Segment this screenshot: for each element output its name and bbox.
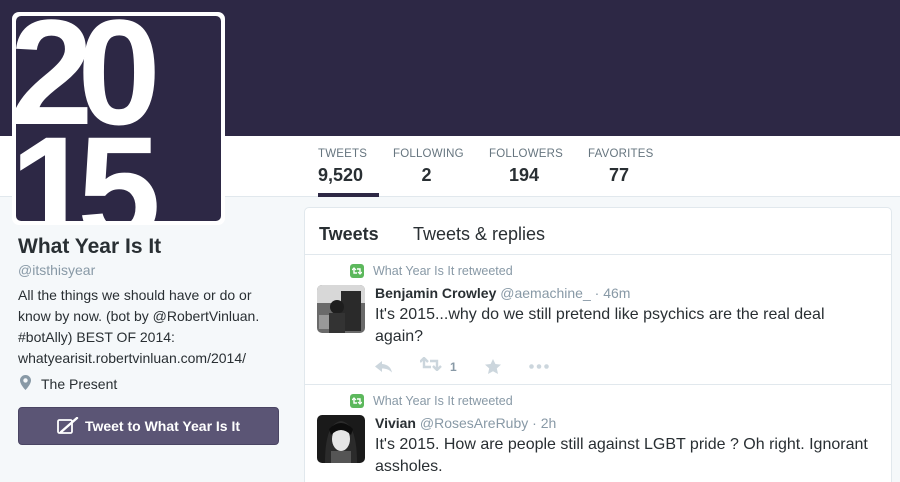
- tweet-separator: ·: [532, 415, 537, 431]
- profile-handle[interactable]: @itsthisyear: [18, 262, 95, 278]
- tweet-author-name[interactable]: Benjamin Crowley: [375, 285, 496, 301]
- tweet-header: Vivian @RosesAreRuby · 2h: [375, 415, 556, 431]
- stat-followers-value: 194: [508, 165, 540, 185]
- retweet-context[interactable]: What Year Is It retweeted: [373, 264, 513, 278]
- avatar[interactable]: [317, 285, 365, 333]
- stat-followers-label: FOLLOWERS: [489, 148, 564, 160]
- profile-avatar[interactable]: 20 15: [12, 12, 225, 225]
- tab-tweets-replies[interactable]: Tweets & replies: [413, 224, 545, 245]
- tweet-actions: 1: [375, 356, 577, 376]
- stat-following-value: 2: [421, 165, 432, 185]
- tweet-separator: ·: [594, 285, 600, 301]
- timeline: Tweets Tweets & replies What Year Is It …: [304, 207, 892, 482]
- tab-tweets[interactable]: Tweets: [319, 224, 379, 245]
- more-options-icon[interactable]: [528, 364, 549, 369]
- timeline-tabs: Tweets Tweets & replies: [305, 208, 891, 255]
- retweet-action[interactable]: 1: [419, 356, 457, 376]
- retweet-count: 1: [450, 359, 457, 374]
- tweet-item[interactable]: What Year Is It retweeted Vivian @RosesA…: [305, 385, 891, 482]
- retweet-badge-icon: [350, 394, 364, 408]
- tweet-author-handle[interactable]: @aemachine_: [500, 285, 591, 301]
- stat-favorites-value: 77: [608, 165, 630, 185]
- stat-following-label: FOLLOWING: [393, 148, 464, 160]
- stat-tweets-value: 9,520: [318, 165, 364, 185]
- svg-text:15: 15: [16, 105, 157, 221]
- tweet-timestamp[interactable]: 46m: [603, 285, 630, 301]
- stat-tweets-label: TWEETS: [318, 148, 368, 160]
- stat-favorites-label: FAVORITES: [588, 148, 654, 160]
- retweet-icon: [419, 356, 442, 376]
- tweet-author-handle[interactable]: @RosesAreRuby: [420, 415, 528, 431]
- bio-url-link[interactable]: whatyearisit.robertvinluan.com/2014/: [18, 350, 246, 366]
- stat-tweets[interactable]: TWEETS 9,520: [318, 148, 379, 197]
- map-pin-icon: [20, 375, 31, 393]
- retweet-context[interactable]: What Year Is It retweeted: [373, 394, 513, 408]
- avatar[interactable]: [317, 415, 365, 463]
- tweet-item[interactable]: What Year Is It retweeted Benjamin Crowl…: [305, 255, 891, 385]
- compose-quill-icon: [57, 417, 79, 435]
- tweet-to-button[interactable]: Tweet to What Year Is It: [18, 407, 279, 445]
- stat-following[interactable]: FOLLOWING 2: [393, 148, 464, 197]
- retweet-badge-icon: [350, 264, 364, 278]
- profile-name[interactable]: What Year Is It: [18, 235, 161, 259]
- profile-location: The Present: [20, 375, 117, 393]
- tweet-to-label: Tweet to What Year Is It: [84, 418, 241, 434]
- tweet-text: It's 2015...why do we still pretend like…: [375, 306, 825, 345]
- location-text: The Present: [41, 376, 118, 392]
- tweet-text: It's 2015. How are people still against …: [375, 436, 868, 475]
- profile-bio: All the things we should have or do or k…: [18, 285, 288, 369]
- tweet-header: Benjamin Crowley @aemachine_ · 46m: [375, 285, 630, 301]
- reply-icon[interactable]: [375, 360, 392, 373]
- bio-mention-link[interactable]: @RobertVinluan: [153, 308, 256, 324]
- stat-favorites[interactable]: FAVORITES 77: [588, 148, 654, 197]
- favorite-star-icon[interactable]: [484, 359, 501, 374]
- stat-followers[interactable]: FOLLOWERS 194: [489, 148, 564, 197]
- tweet-author-name[interactable]: Vivian: [375, 415, 416, 431]
- 2015-logo: 20 15: [16, 16, 221, 221]
- tweet-timestamp[interactable]: 2h: [541, 415, 557, 431]
